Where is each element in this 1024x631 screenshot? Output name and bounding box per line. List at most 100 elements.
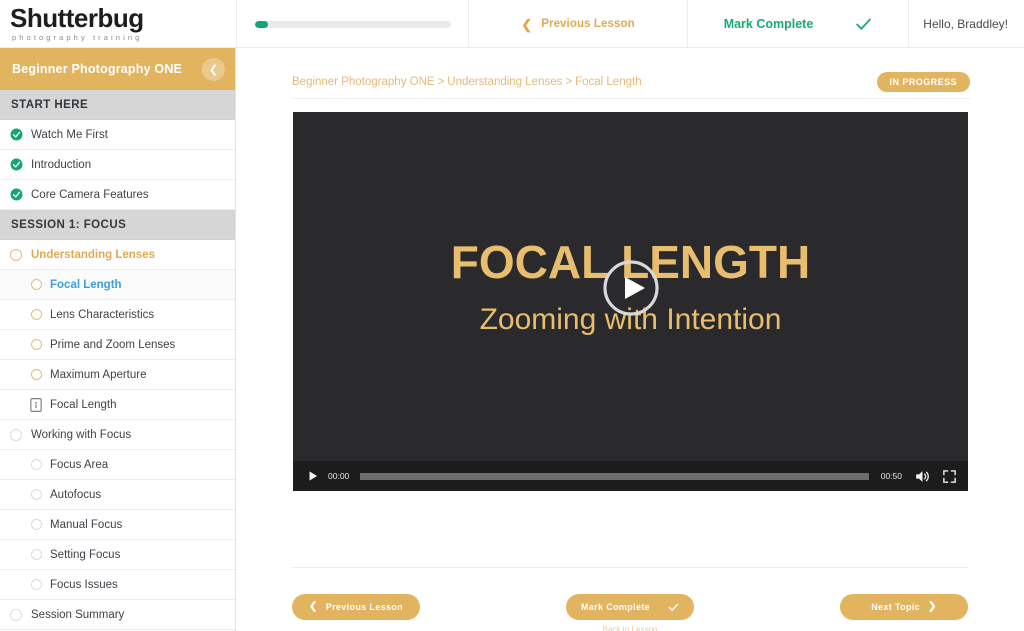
- mark-complete-button[interactable]: Mark Complete: [566, 594, 694, 620]
- top-header-bar: Shutterbug photography training ❮ Previo…: [0, 0, 1024, 48]
- sidebar-item-focal-length[interactable]: Focal Length: [0, 270, 235, 300]
- fullscreen-icon[interactable]: [941, 468, 957, 484]
- breadcrumb-separator-2: >: [565, 75, 573, 88]
- breadcrumb: Beginner Photography ONE > Understanding L…: [292, 76, 642, 88]
- status-circle-icon: [30, 549, 42, 560]
- status-circle-icon: [30, 279, 42, 290]
- chevron-left-icon: ❮: [308, 601, 318, 612]
- sidebar-item-label: Lens Characteristics: [50, 308, 155, 321]
- brand-logo[interactable]: Shutterbug photography training: [0, 0, 236, 47]
- header-mark-complete-label: Mark Complete: [723, 17, 814, 31]
- play-button-overlay[interactable]: [602, 260, 659, 316]
- sidebar-item-label: Prime and Zoom Lenses: [50, 338, 176, 351]
- sidebar-course-title: Beginner Photography ONE: [12, 62, 183, 76]
- sidebar-item-setting-focus[interactable]: Setting Focus: [0, 540, 235, 570]
- volume-icon[interactable]: [913, 467, 931, 485]
- video-controls-bar: 00:00 00:50: [293, 461, 968, 491]
- sidebar-item-label: Session Summary: [31, 608, 125, 621]
- status-circle-icon: [9, 248, 23, 261]
- sidebar-item-maximum-aperture[interactable]: Maximum Aperture: [0, 360, 235, 390]
- sidebar-item-label: Focus Area: [50, 458, 109, 471]
- sidebar-item-label: Focal Length: [50, 278, 122, 291]
- status-circle-icon: [30, 309, 42, 320]
- mark-complete-button-label: Mark Complete: [580, 602, 651, 612]
- sidebar-item-label: Autofocus: [50, 488, 102, 501]
- back-to-lesson-link[interactable]: Back to Lesson: [603, 625, 658, 631]
- brand-name: Shutterbug: [10, 3, 144, 33]
- sidebar-item-label: Watch Me First: [31, 128, 108, 141]
- content-divider: [292, 567, 968, 568]
- status-badge: IN PROGRESS: [876, 71, 970, 92]
- sidebar-section-heading: SESSION 1: FOCUS: [0, 210, 235, 240]
- completed-check-icon: [9, 188, 23, 201]
- header-mark-complete-section: Mark Complete: [687, 0, 908, 48]
- status-circle-icon: [30, 369, 42, 380]
- previous-lesson-button[interactable]: ❮ Previous Lesson: [292, 594, 420, 620]
- next-topic-button-label: Next Topic: [871, 602, 921, 612]
- sidebar-item-understanding-lenses[interactable]: Understanding Lenses: [0, 240, 235, 270]
- status-circle-icon: [30, 339, 42, 350]
- course-progress-fill: [254, 20, 269, 28]
- user-greeting-section: Hello, Braddley!: [908, 0, 1024, 48]
- header-mark-complete-link[interactable]: Mark Complete: [724, 16, 873, 33]
- checkmark-icon: [668, 602, 679, 613]
- status-circle-icon: [30, 579, 42, 590]
- sidebar-item-label: Maximum Aperture: [50, 368, 147, 381]
- course-progress-section: [236, 0, 468, 48]
- sidebar-item-focus-issues[interactable]: Focus Issues: [0, 570, 235, 600]
- sidebar-item-focus-area[interactable]: Focus Area: [0, 450, 235, 480]
- sidebar-item-watch-me-first[interactable]: Watch Me First: [0, 120, 235, 150]
- sidebar-item-manual-focus[interactable]: Manual Focus: [0, 510, 235, 540]
- status-circle-icon: [30, 489, 42, 500]
- sidebar-item-introduction[interactable]: Introduction: [0, 150, 235, 180]
- bottom-navigation: ❮ Previous Lesson Mark Complete Back to …: [292, 594, 968, 631]
- chevron-left-icon[interactable]: ❮: [202, 57, 225, 81]
- course-player-page: Shutterbug photography training ❮ Previo…: [0, 0, 1024, 631]
- header-previous-lesson-section: ❮ Previous Lesson: [468, 0, 687, 48]
- sidebar-item-working-with-focus[interactable]: Working with Focus: [0, 420, 235, 450]
- sidebar-item-label: Working with Focus: [31, 428, 132, 441]
- breadcrumb-bar: Beginner Photography ONE > Understanding L…: [292, 65, 970, 99]
- status-circle-icon: [9, 428, 23, 441]
- main-content: Beginner Photography ONE > Understanding L…: [236, 48, 1024, 631]
- sidebar-course-header[interactable]: Beginner Photography ONE ❮: [0, 48, 235, 90]
- sidebar-item-label: Core Camera Features: [31, 188, 149, 201]
- breadcrumb-course[interactable]: Beginner Photography ONE: [292, 76, 435, 88]
- video-player[interactable]: FOCAL LENGTH Zooming with Intention 00:0…: [293, 112, 968, 491]
- sidebar-item-autofocus[interactable]: Autofocus: [0, 480, 235, 510]
- sidebar-item-label: Focal Length: [50, 398, 117, 411]
- sidebar-nav-list: START HERE Watch Me First Introduction Core…: [0, 90, 235, 630]
- play-icon[interactable]: [301, 464, 325, 488]
- header-previous-lesson-link[interactable]: ❮ Previous Lesson: [521, 18, 635, 31]
- sidebar-item-session-summary[interactable]: Session Summary: [0, 600, 235, 630]
- chevron-right-icon: ❯: [928, 601, 937, 612]
- brand-tagline: photography training: [12, 33, 143, 42]
- sidebar-item-label: Understanding Lenses: [31, 248, 155, 261]
- sidebar-item-prime-and-zoom-lenses[interactable]: Prime and Zoom Lenses: [0, 330, 235, 360]
- next-topic-button[interactable]: Next Topic ❯: [840, 594, 968, 620]
- status-circle-icon: [30, 459, 42, 470]
- breadcrumb-topic[interactable]: Focal Length: [575, 76, 642, 88]
- video-duration: 00:50: [880, 471, 902, 481]
- checkmark-icon: [855, 16, 872, 33]
- sidebar-item-label: Manual Focus: [50, 518, 123, 531]
- status-circle-icon: [30, 519, 42, 530]
- user-greeting[interactable]: Hello, Braddley!: [923, 17, 1008, 31]
- breadcrumb-separator-1: >: [437, 75, 445, 88]
- header-previous-lesson-label: Previous Lesson: [541, 18, 635, 30]
- course-sidebar: Beginner Photography ONE ❮ START HERE Wat…: [0, 48, 236, 631]
- sidebar-item-label: Focus Issues: [50, 578, 118, 591]
- sidebar-item-label: Setting Focus: [50, 548, 121, 561]
- breadcrumb-lesson[interactable]: Understanding Lenses: [447, 76, 562, 88]
- sidebar-item-lens-characteristics[interactable]: Lens Characteristics: [0, 300, 235, 330]
- completed-check-icon: [9, 158, 23, 171]
- chevron-left-icon: ❮: [521, 16, 533, 32]
- sidebar-section-heading: START HERE: [0, 90, 235, 120]
- course-progress-bar[interactable]: [254, 20, 451, 28]
- video-seek-bar[interactable]: [360, 472, 869, 480]
- completed-check-icon: [9, 128, 23, 141]
- sidebar-item-core-camera-features[interactable]: Core Camera Features: [0, 180, 235, 210]
- sidebar-item-focal-length[interactable]: Focal Length: [0, 390, 235, 420]
- status-circle-icon: [9, 608, 23, 621]
- video-current-time: 00:00: [328, 471, 350, 481]
